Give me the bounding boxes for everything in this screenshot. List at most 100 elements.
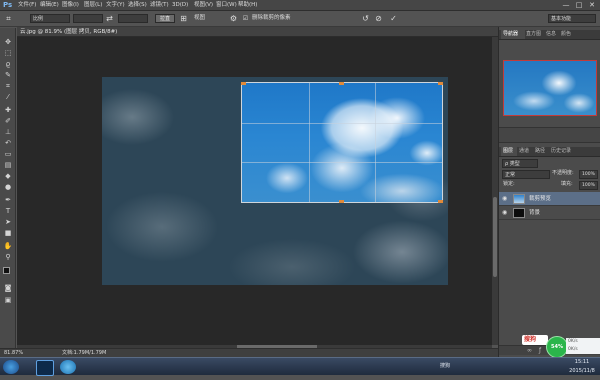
photoshop-logo: Ps: [3, 1, 13, 9]
crop-handle[interactable]: [438, 82, 443, 85]
maximize-button[interactable]: □: [573, 0, 585, 10]
browser-taskbar-icon[interactable]: [60, 360, 76, 374]
straighten-button[interactable]: 拉直: [155, 14, 175, 23]
start-button[interactable]: [3, 360, 19, 374]
layer-name: 裁剪预览: [529, 196, 552, 202]
crop-tool-icon[interactable]: ⌗: [3, 13, 14, 24]
height-input[interactable]: [118, 14, 148, 23]
path-select-icon[interactable]: ➤: [2, 218, 14, 227]
menu-image[interactable]: 图像(I): [62, 0, 79, 11]
crop-grid-line: [242, 122, 442, 124]
crop-handle[interactable]: [241, 82, 246, 85]
commit-icon[interactable]: ✓: [388, 13, 399, 24]
marquee-icon[interactable]: ⬚: [2, 49, 14, 58]
link-layers-icon[interactable]: ∞: [527, 346, 532, 355]
layer-row-crop-preview[interactable]: ◉ 裁剪预览: [499, 192, 600, 206]
tab-histogram[interactable]: 直方图: [526, 30, 541, 39]
layer-thumbnail: [513, 194, 525, 204]
workspace-select[interactable]: 基本功能: [548, 14, 596, 23]
menu-help[interactable]: 帮助(H): [238, 0, 257, 11]
menu-type[interactable]: 文字(Y): [106, 0, 125, 11]
tab-history[interactable]: 历史记录: [551, 147, 571, 156]
tab-channels[interactable]: 通道: [519, 147, 529, 156]
eye-icon[interactable]: ◉: [502, 195, 510, 203]
menu-filter[interactable]: 滤镜(T): [150, 0, 169, 11]
fill-input[interactable]: 100%: [579, 181, 598, 190]
lock-label: 锁定:: [503, 181, 515, 187]
gradient-icon[interactable]: ▤: [2, 161, 14, 170]
blur-icon[interactable]: ◆: [2, 172, 14, 181]
speed-ball[interactable]: 54%: [546, 336, 568, 358]
status-bar: 81.87% 文档:1.79M/1.79M: [0, 348, 498, 357]
hand-icon[interactable]: ✋: [2, 242, 14, 251]
photoshop-taskbar-icon[interactable]: [36, 360, 54, 376]
sogou-input-widget[interactable]: 搜狗: [522, 335, 548, 345]
crop-handle[interactable]: [339, 200, 344, 203]
view-label[interactable]: 视图: [194, 13, 205, 24]
menu-window[interactable]: 窗口(W): [216, 0, 237, 11]
reset-icon[interactable]: ↺: [360, 13, 371, 24]
crop-handle[interactable]: [438, 200, 443, 203]
eraser-icon[interactable]: ▭: [2, 150, 14, 159]
rectangle-icon[interactable]: ■: [2, 229, 14, 238]
history-brush-icon[interactable]: ↶: [2, 139, 14, 148]
scroll-thumb[interactable]: [493, 197, 497, 277]
blend-mode-select[interactable]: 正常: [502, 170, 550, 179]
clock[interactable]: 15:11 2015/11/8: [566, 358, 598, 376]
tab-color[interactable]: 颜色: [561, 30, 571, 39]
dodge-icon[interactable]: ●: [2, 183, 14, 192]
crop-box[interactable]: [241, 82, 443, 203]
crop-grid-line: [375, 83, 377, 202]
network-speed: 0K/s 0K/s: [566, 338, 600, 354]
clock-time: 15:11: [574, 359, 590, 365]
tab-info[interactable]: 信息: [546, 30, 556, 39]
screen-mode-icon[interactable]: ▣: [2, 296, 14, 305]
tab-layers[interactable]: 图层: [501, 147, 517, 156]
type-icon[interactable]: T: [2, 207, 14, 216]
brush-icon[interactable]: ✐: [2, 117, 14, 126]
clone-stamp-icon[interactable]: ⊥: [2, 128, 14, 137]
move-icon[interactable]: ✥: [2, 38, 14, 47]
fx-icon[interactable]: ƒ: [539, 346, 541, 355]
healing-brush-icon[interactable]: ✚: [2, 106, 14, 115]
navigator-zoom-bar[interactable]: [499, 127, 600, 143]
crop-icon[interactable]: ⌗: [2, 82, 14, 91]
eye-icon[interactable]: ◉: [502, 209, 510, 217]
layer-filter-select[interactable]: ρ 类型: [502, 159, 538, 168]
navigator-tab-bar: 导航器 直方图 信息 颜色: [499, 30, 600, 40]
crop-handle[interactable]: [339, 82, 344, 85]
menu-3d[interactable]: 3D(D): [172, 0, 188, 11]
layer-row-background[interactable]: ◉ 背景: [499, 206, 600, 220]
zoom-icon[interactable]: ⚲: [2, 253, 14, 262]
layers-tab-bar: 图层 通道 路径 历史记录: [499, 147, 600, 157]
opacity-input[interactable]: 100%: [579, 170, 598, 179]
cancel-icon[interactable]: ⊘: [373, 13, 384, 24]
menu-select[interactable]: 选择(S): [128, 0, 147, 11]
crop-grid-line: [308, 83, 310, 202]
document-tab[interactable]: 云.jpg @ 81.9% (图层 拷贝, RGB/8#): [17, 27, 498, 37]
right-panels: 导航器 直方图 信息 颜色 图层 通道 路径 历史记录 ρ 类型 正常 不透明度…: [498, 27, 600, 357]
minimize-button[interactable]: —: [560, 0, 572, 10]
tray-label[interactable]: 搜狗: [440, 362, 450, 380]
foreground-color[interactable]: [3, 267, 10, 274]
tab-navigator[interactable]: 导航器: [501, 30, 525, 39]
lasso-icon[interactable]: ϱ: [2, 60, 14, 69]
grid-overlay-icon[interactable]: ⊞: [178, 13, 189, 24]
ratio-select[interactable]: 比例: [30, 14, 70, 23]
gear-icon[interactable]: ⚙: [228, 13, 239, 24]
swap-icon[interactable]: ⇄: [104, 13, 115, 24]
quick-mask-icon[interactable]: ◙: [2, 284, 14, 293]
close-button[interactable]: ✕: [586, 0, 598, 10]
menu-file[interactable]: 文件(F): [18, 0, 36, 11]
magic-wand-icon[interactable]: ✎: [2, 71, 14, 80]
menu-edit[interactable]: 编辑(E): [40, 0, 59, 11]
tab-paths[interactable]: 路径: [535, 147, 545, 156]
menu-layer[interactable]: 图层(L): [84, 0, 102, 11]
eyedropper-icon[interactable]: ⁄: [2, 93, 14, 102]
menu-view[interactable]: 视图(V): [194, 0, 213, 11]
navigator-thumbnail[interactable]: [503, 60, 597, 116]
net-up: 0K/s: [568, 339, 578, 344]
pen-icon[interactable]: ✒: [2, 196, 14, 205]
delete-pixels-checkbox[interactable]: ☑: [240, 13, 251, 24]
width-input[interactable]: [73, 14, 103, 23]
